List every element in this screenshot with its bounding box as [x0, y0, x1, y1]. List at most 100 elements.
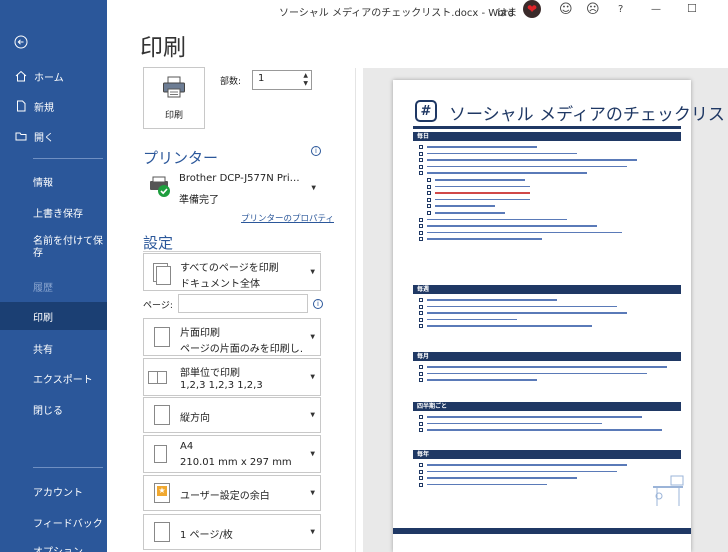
sidebar-label: フィードバック — [33, 518, 103, 530]
frown-icon[interactable]: ☹ — [586, 2, 600, 17]
sidebar-label: 印刷 — [33, 312, 53, 324]
desk-illustration-icon — [647, 470, 689, 508]
window-title: ソーシャル メディアのチェックリスト.docx - Word — [279, 8, 515, 19]
checklist-lines — [413, 459, 681, 488]
paper-size-line2: 210.01 mm x 297 mm — [180, 457, 292, 468]
sidebar-label: 情報 — [33, 177, 53, 189]
page-bottom-bar — [393, 528, 691, 534]
sidebar-divider — [33, 158, 103, 159]
chevron-down-icon: ▼ — [310, 489, 315, 497]
paper-size-icon — [150, 442, 172, 466]
margins-dropdown[interactable]: ★ ユーザー設定の余白 ▼ — [143, 475, 321, 511]
checklist-section: 毎日 — [413, 132, 681, 243]
custom-margins-icon: ★ — [150, 481, 172, 505]
chevron-down-icon: ▼ — [310, 268, 315, 276]
orientation-dropdown[interactable]: 縦方向 ▼ — [143, 397, 321, 433]
orientation-label: 縦方向 — [180, 413, 210, 424]
one-sided-icon — [150, 325, 172, 349]
doc-title-block: # ソーシャル メディアのチェックリスト — [413, 98, 728, 128]
sides-dropdown[interactable]: 片面印刷 ページの片面のみを印刷し… ▼ — [143, 318, 321, 356]
checklist-lines — [413, 141, 681, 243]
section-heading: 四半期ごと — [413, 402, 681, 411]
preview-page: # ソーシャル メディアのチェックリスト 毎日 毎週 毎月 四半期ごと 毎年 — [393, 80, 728, 552]
sidebar-item-save-as[interactable]: 名前を付けて保存 — [0, 233, 107, 263]
checklist-lines — [413, 411, 681, 434]
print-button[interactable]: 印刷 — [143, 67, 205, 129]
pages-input[interactable] — [178, 294, 308, 313]
title-underline — [413, 126, 681, 129]
backstage-sidebar: ホーム 新規 開く 情報 上書き保存 名前を付けて保存 履歴 印刷 共有 エクス… — [0, 0, 107, 552]
folder-icon — [14, 129, 28, 143]
sidebar-item-new[interactable]: 新規 — [0, 96, 107, 116]
sides-line1: 片面印刷 — [180, 328, 220, 339]
sidebar-label: アカウント — [33, 487, 83, 499]
home-icon — [14, 69, 28, 83]
sidebar-item-share[interactable]: 共有 — [0, 339, 107, 357]
sidebar-label: ホーム — [34, 72, 64, 84]
margins-label: ユーザー設定の余白 — [180, 491, 270, 502]
printer-icon — [162, 76, 186, 102]
sidebar-label: オプション — [33, 546, 83, 552]
printer-status: 準備完了 — [179, 195, 219, 206]
sidebar-item-home[interactable]: ホーム — [0, 66, 107, 86]
sidebar-item-save[interactable]: 上書き保存 — [0, 203, 107, 221]
checklist-section: 毎週 — [413, 285, 681, 330]
new-document-icon — [14, 99, 28, 113]
chevron-down-icon: ▼ — [311, 184, 316, 191]
copies-value: 1 — [258, 73, 265, 84]
sides-line2: ページの片面のみを印刷し… — [180, 344, 304, 355]
checklist-section: 毎年 — [413, 450, 681, 488]
title-bar: ソーシャル メディアのチェックリスト.docx - Word はま ❤ ☺ ☹ … — [107, 0, 728, 22]
printer-dropdown[interactable]: Brother DCP-J577N Pri… 準備完了 ▼ — [143, 167, 321, 208]
sidebar-item-open[interactable]: 開く — [0, 126, 107, 146]
settings-section-header: 設定 — [143, 234, 174, 252]
checklist-section: 四半期ごと — [413, 402, 681, 434]
checklist-section: 毎月 — [413, 352, 681, 384]
sidebar-item-account[interactable]: アカウント — [0, 482, 107, 500]
minimize-icon[interactable]: — — [651, 4, 661, 15]
chevron-down-icon: ▼ — [310, 411, 315, 419]
portrait-icon — [150, 403, 172, 427]
pages-label: ページ: — [143, 301, 173, 311]
printer-section-header: プリンター — [143, 149, 219, 167]
chevron-down-icon: ▼ — [310, 450, 315, 458]
pages-info-icon[interactable]: i — [313, 299, 323, 309]
doc-title: ソーシャル メディアのチェックリスト — [449, 105, 728, 125]
heart-avatar[interactable]: ❤ — [523, 0, 541, 18]
sidebar-item-print[interactable]: 印刷 — [0, 302, 107, 330]
sidebar-label: 開く — [34, 132, 54, 144]
pages-per-sheet-icon — [150, 520, 172, 544]
printer-properties-link[interactable]: プリンターのプロパティ — [241, 212, 334, 224]
user-name[interactable]: はま — [497, 4, 517, 19]
pages-per-sheet-dropdown[interactable]: 1 ページ/枚 ▼ — [143, 514, 321, 550]
spinner-arrows-icon[interactable]: ▲ ▼ — [303, 72, 308, 88]
printer-info-icon[interactable]: i — [311, 146, 321, 156]
maximize-icon[interactable]: ☐ — [687, 2, 697, 15]
checklist-lines — [413, 361, 681, 384]
sidebar-item-export[interactable]: エクスポート — [0, 369, 107, 387]
pages-icon — [150, 260, 172, 285]
chevron-down-icon: ▼ — [310, 373, 315, 381]
sidebar-label: 閉じる — [33, 405, 63, 417]
help-icon[interactable]: ? — [618, 4, 623, 15]
printer-ready-icon — [149, 176, 171, 200]
smiley-icon[interactable]: ☺ — [559, 2, 573, 17]
print-range-line2: ドキュメント全体 — [180, 279, 260, 290]
chevron-down-icon: ▼ — [310, 333, 315, 341]
print-range-dropdown[interactable]: すべてのページを印刷 ドキュメント全体 ▼ — [143, 253, 321, 291]
section-heading: 毎日 — [413, 132, 681, 141]
section-divider — [143, 251, 321, 252]
sidebar-item-options[interactable]: オプション — [0, 541, 107, 552]
checklist-lines — [413, 294, 681, 330]
back-button[interactable] — [0, 33, 107, 51]
copies-spinner[interactable]: 1 ▲ ▼ — [252, 70, 312, 90]
pages-per-sheet-label: 1 ページ/枚 — [180, 530, 233, 541]
copies-label: 部数: — [220, 77, 242, 87]
collate-dropdown[interactable]: 部単位で印刷 1,2,3 1,2,3 1,2,3 ▼ — [143, 358, 321, 396]
page-title: 印刷 — [140, 35, 186, 61]
paper-size-dropdown[interactable]: A4 210.01 mm x 297 mm ▼ — [143, 435, 321, 473]
sidebar-item-feedback[interactable]: フィードバック — [0, 513, 107, 531]
sidebar-item-info[interactable]: 情報 — [0, 172, 107, 190]
sidebar-label: 履歴 — [33, 282, 53, 294]
sidebar-item-close[interactable]: 閉じる — [0, 400, 107, 418]
